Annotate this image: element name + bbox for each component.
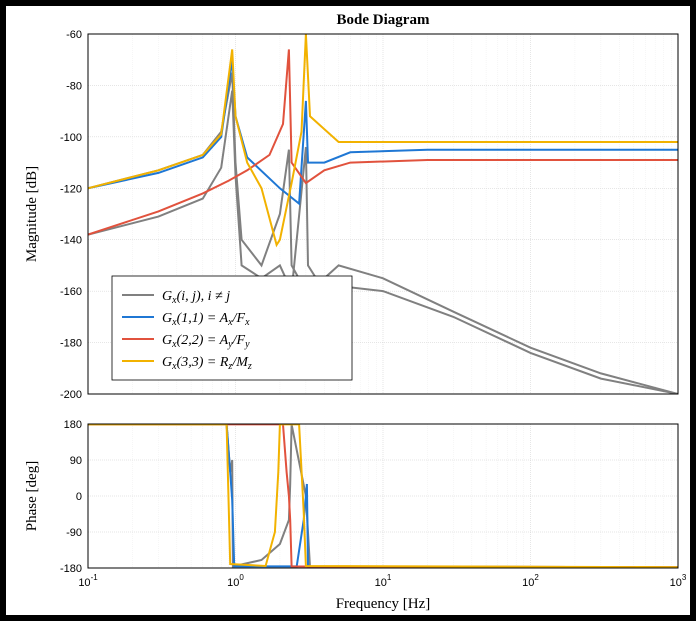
g33-mag [88, 34, 678, 245]
svg-text:Magnitude [dB]: Magnitude [dB] [24, 166, 40, 262]
xlabel: Frequency [Hz] [336, 596, 431, 612]
svg-text:Phase [deg]: Phase [deg] [24, 461, 40, 531]
svg-text:-100: -100 [60, 132, 82, 144]
svg-text:-80: -80 [66, 80, 82, 92]
svg-text:-200: -200 [60, 389, 82, 401]
svg-text:100: 100 [227, 573, 244, 589]
svg-text:10-1: 10-1 [78, 573, 98, 589]
svg-text:-60: -60 [66, 29, 82, 41]
svg-text:-90: -90 [66, 527, 82, 539]
svg-text:103: 103 [670, 573, 687, 589]
chart-title: Bode Diagram [337, 12, 430, 28]
svg-text:-120: -120 [60, 183, 82, 195]
svg-text:101: 101 [375, 573, 392, 589]
svg-text:-180: -180 [60, 563, 82, 575]
legend: Gx(i, j), i ≠ jGx(1,1) = Ax/FxGx(2,2) = … [112, 276, 352, 380]
svg-text:0: 0 [76, 491, 82, 503]
svg-text:-140: -140 [60, 235, 82, 247]
svg-text:-160: -160 [60, 286, 82, 298]
svg-text:180: 180 [64, 419, 82, 431]
svg-text:102: 102 [522, 573, 539, 589]
svg-text:-180: -180 [60, 338, 82, 350]
svg-text:90: 90 [70, 455, 82, 467]
